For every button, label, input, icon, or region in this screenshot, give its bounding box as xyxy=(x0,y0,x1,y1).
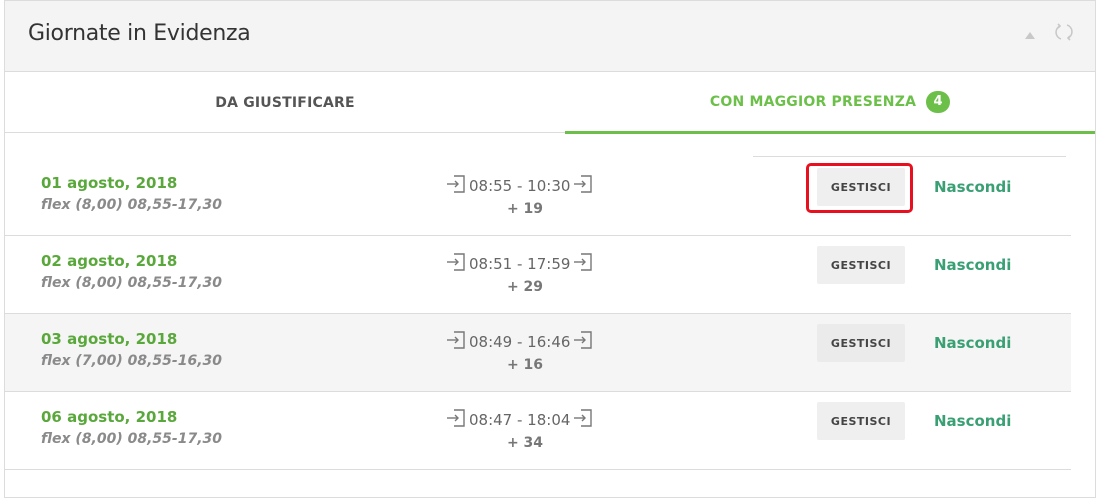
sign-in-icon xyxy=(572,173,594,199)
tab-label: CON MAGGIOR PRESENZA xyxy=(709,94,917,110)
panel-title: Giornate in Evidenza xyxy=(28,21,251,46)
day-schedule: flex (7,00) 08,55-16,30 xyxy=(41,353,223,369)
day-schedule: flex (8,00) 08,55-17,30 xyxy=(41,431,223,447)
day-row: 03 agosto, 2018 flex (7,00) 08,55-16,30 … xyxy=(5,314,1071,392)
extra-minutes: + 19 xyxy=(506,201,544,217)
day-date: 01 agosto, 2018 xyxy=(41,174,178,192)
hide-link[interactable]: Nascondi xyxy=(934,256,1011,274)
refresh-icon[interactable] xyxy=(1053,21,1075,43)
day-schedule: flex (8,00) 08,55-17,30 xyxy=(41,197,223,213)
hide-link[interactable]: Nascondi xyxy=(934,178,1011,196)
day-date: 03 agosto, 2018 xyxy=(41,330,178,348)
sign-in-icon xyxy=(445,251,467,277)
sign-in-icon xyxy=(445,173,467,199)
manage-button[interactable]: GESTISCI xyxy=(817,324,905,362)
tab-da-giustificare[interactable]: DA GIUSTIFICARE xyxy=(5,73,565,133)
time-range: 08:49 - 16:46 xyxy=(469,333,571,351)
tab-label: DA GIUSTIFICARE xyxy=(215,95,355,111)
day-schedule: flex (8,00) 08,55-17,30 xyxy=(41,275,223,291)
sign-in-icon xyxy=(445,407,467,433)
day-row: 02 agosto, 2018 flex (8,00) 08,55-17,30 … xyxy=(5,236,1071,314)
day-times: 08:49 - 16:46 xyxy=(445,330,605,354)
manage-button[interactable]: GESTISCI xyxy=(817,402,905,440)
time-range: 08:47 - 18:04 xyxy=(469,411,571,429)
manage-button[interactable]: GESTISCI xyxy=(817,168,905,206)
day-date: 02 agosto, 2018 xyxy=(41,252,178,270)
day-row: 01 agosto, 2018 flex (8,00) 08,55-17,30 … xyxy=(5,158,1071,236)
extra-minutes: + 29 xyxy=(506,279,544,295)
time-range: 08:51 - 17:59 xyxy=(469,255,571,273)
day-times: 08:55 - 10:30 xyxy=(445,174,605,198)
tab-bar: DA GIUSTIFICARE CON MAGGIOR PRESENZA 4 xyxy=(5,73,1095,134)
panel-header: Giornate in Evidenza xyxy=(5,1,1095,72)
sign-in-icon xyxy=(445,329,467,355)
day-date: 06 agosto, 2018 xyxy=(41,408,178,426)
day-times: 08:47 - 18:04 xyxy=(445,408,605,432)
tab-con-maggior-presenza[interactable]: CON MAGGIOR PRESENZA 4 xyxy=(565,73,1095,134)
hide-link[interactable]: Nascondi xyxy=(934,334,1011,352)
caret-up-icon[interactable] xyxy=(1023,28,1037,40)
day-times: 08:51 - 17:59 xyxy=(445,252,605,276)
divider xyxy=(753,156,1066,157)
hide-link[interactable]: Nascondi xyxy=(934,412,1011,430)
day-row: 06 agosto, 2018 flex (8,00) 08,55-17,30 … xyxy=(5,392,1071,470)
extra-minutes: + 16 xyxy=(506,357,544,373)
sign-in-icon xyxy=(572,407,594,433)
sign-in-icon xyxy=(572,251,594,277)
extra-minutes: + 34 xyxy=(506,435,544,451)
manage-button[interactable]: GESTISCI xyxy=(817,246,905,284)
count-badge: 4 xyxy=(926,91,951,113)
time-range: 08:55 - 10:30 xyxy=(469,177,571,195)
sign-in-icon xyxy=(572,329,594,355)
